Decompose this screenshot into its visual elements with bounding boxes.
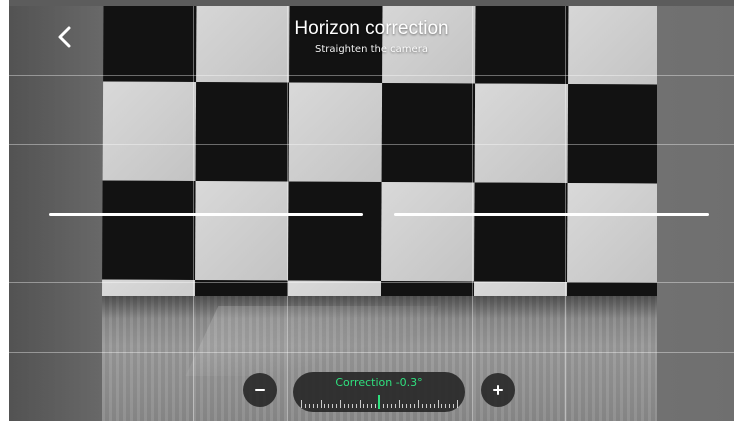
increase-button[interactable] [481, 373, 515, 407]
slider-tick [386, 404, 388, 408]
grid-line [9, 75, 734, 76]
slider-tick [308, 404, 310, 408]
decrease-button[interactable] [243, 373, 277, 407]
slider-tick [394, 404, 396, 408]
checker-square [567, 83, 657, 184]
slider-tick [363, 404, 365, 408]
page-subtitle: Straighten the camera [315, 44, 428, 55]
checker-square [474, 182, 568, 282]
slider-tick [355, 404, 357, 408]
slider-tick [312, 404, 314, 408]
slider-tick [410, 404, 412, 408]
slider-tick [324, 404, 326, 408]
correction-value-label: Correction -0.3° [335, 376, 423, 389]
slider-tick [457, 400, 458, 408]
slider-tick [382, 404, 384, 408]
slider-tick [367, 404, 369, 408]
slider-tick [347, 404, 349, 408]
slider-tick [406, 404, 408, 408]
grid-line [9, 144, 734, 145]
checker-square [288, 181, 382, 282]
slider-tick [437, 400, 439, 408]
grid-line [9, 282, 734, 283]
checker-square [195, 82, 290, 182]
slider-tick [351, 404, 353, 408]
page-title: Horizon correction [294, 18, 449, 39]
slider-tick [320, 400, 322, 408]
horizon-guide-left [49, 213, 363, 216]
slider-tick [336, 404, 338, 408]
slider-tick [390, 404, 392, 408]
slider-tick [316, 404, 318, 408]
checker-square [567, 182, 657, 283]
checker-square [102, 81, 197, 182]
slider-tick [332, 404, 334, 408]
plus-icon [492, 381, 504, 400]
slider-indicator[interactable] [378, 395, 380, 409]
slider-tick [425, 404, 427, 408]
slider-tick [441, 404, 443, 408]
slider-tick [340, 400, 341, 408]
slider-tick [433, 404, 435, 408]
minus-icon [254, 381, 266, 400]
slider-tick [359, 400, 361, 408]
slider-tick [418, 400, 419, 408]
slider-tick [429, 404, 431, 408]
slider-tick [449, 404, 451, 408]
slider-tick [414, 404, 416, 408]
slider-tick [453, 404, 455, 408]
slider-tick [421, 404, 423, 408]
slider-tick [445, 404, 447, 408]
camera-preview: Horizon correction Straighten the camera… [9, 6, 734, 421]
slider-tick [304, 404, 306, 408]
correction-slider[interactable]: Correction -0.3° [293, 372, 465, 412]
slider-tick [301, 400, 302, 408]
slider-tick [402, 404, 404, 408]
checker-square [381, 83, 476, 183]
checker-square [381, 182, 475, 282]
slider-tick [398, 400, 400, 408]
slider-tick [375, 404, 377, 408]
slider-tick [343, 404, 345, 408]
checker-square [102, 180, 196, 281]
checker-square [288, 82, 383, 183]
slider-tick [371, 404, 373, 408]
slider-tick [328, 404, 330, 408]
horizon-guide-right [394, 213, 709, 216]
checker-square [195, 181, 289, 281]
header: Horizon correction Straighten the camera [9, 18, 734, 57]
checker-square [474, 83, 569, 183]
grid-line [9, 352, 734, 353]
